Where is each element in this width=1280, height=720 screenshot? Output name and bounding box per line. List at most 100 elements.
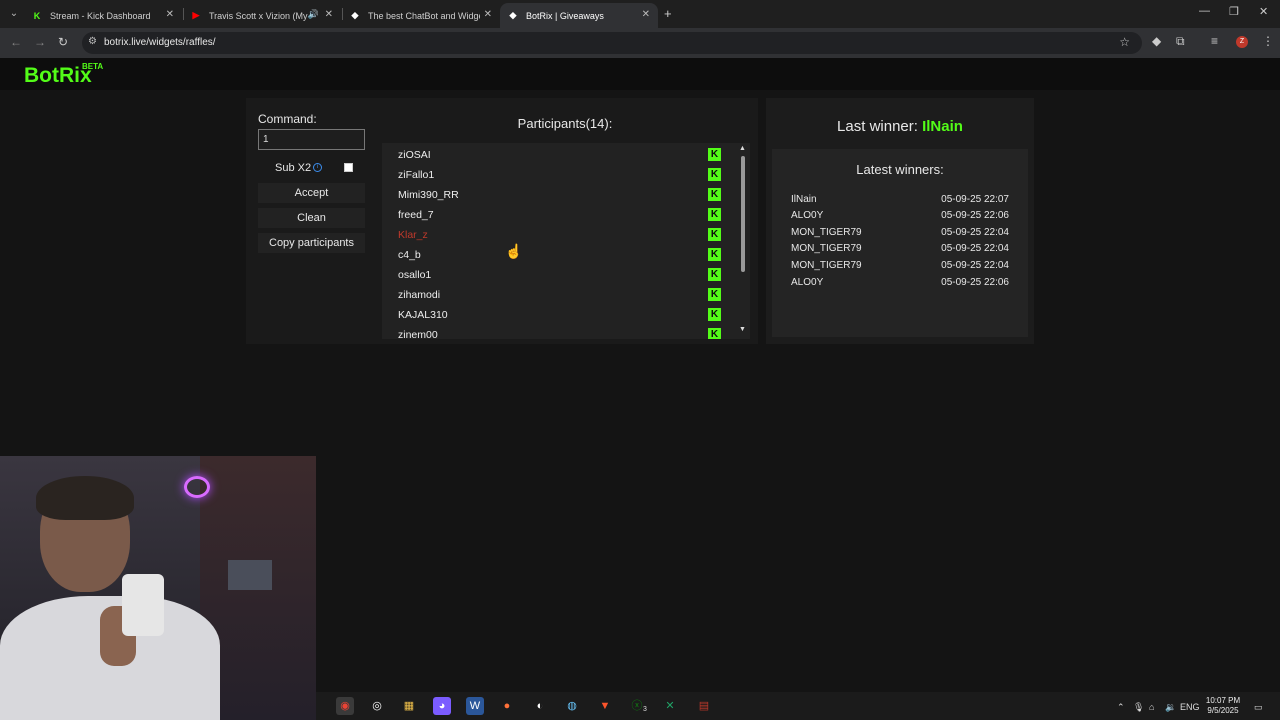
close-icon[interactable]: ✕	[484, 9, 492, 20]
tab-label: Stream - Kick Dashboard	[50, 10, 151, 21]
webcam-cup	[122, 574, 164, 636]
list-item[interactable]: zihamodi K	[382, 284, 727, 304]
tab-youtube[interactable]: ▶ Travis Scott x Vizion (My Eye... 🔊 ✕	[183, 3, 341, 28]
participants-title: Participants(14):	[517, 116, 613, 131]
winner-row: MON_TIGER79 05-09-25 22:04	[791, 227, 1009, 243]
webcam-monitor	[228, 560, 272, 590]
address-toolbar: ← → ↻ ⚙ botrix.live/widgets/raffles/ ☆	[0, 28, 1280, 58]
language-indicator[interactable]: ENG	[1180, 702, 1200, 712]
tray-expand-icon[interactable]: ⌃	[1117, 702, 1125, 713]
window-close-button[interactable]: ✕	[1259, 5, 1268, 18]
copy-participants-button[interactable]: Copy participants	[258, 233, 365, 253]
excel-icon[interactable]: ✕	[661, 697, 679, 715]
winner-name: ALO0Y	[791, 277, 824, 288]
winner-row: MON_TIGER79 05-09-25 22:04	[791, 243, 1009, 259]
clock-date: 9/5/2025	[1207, 706, 1239, 715]
kick-icon: K	[708, 168, 721, 181]
list-item[interactable]: Klar_z K	[382, 224, 727, 244]
url-text: botrix.live/widgets/raffles/	[104, 37, 216, 48]
steam-icon[interactable]: ◍	[563, 697, 581, 715]
accept-button[interactable]: Accept	[258, 183, 365, 203]
new-tab-button[interactable]: +	[664, 6, 672, 21]
last-winner-name: IlNain	[922, 118, 963, 135]
app-icon[interactable]: ◐	[531, 697, 549, 715]
kick-icon: K	[708, 188, 721, 201]
discord-icon[interactable]: ◕	[433, 697, 451, 715]
volume-icon[interactable]: 🔉	[1165, 702, 1176, 713]
list-item[interactable]: zinem00 K	[382, 324, 727, 339]
kick-icon: K	[708, 308, 721, 321]
browser-tab-bar: ⌄ K Stream - Kick Dashboard ✕ ▶ Travis S…	[0, 0, 1280, 28]
command-input[interactable]	[258, 129, 365, 150]
kick-icon: K	[708, 148, 721, 161]
scrollbar-thumb[interactable]	[741, 156, 745, 272]
obs-icon[interactable]: ◎	[368, 697, 386, 715]
tab-chatbot[interactable]: ◆ The best ChatBot and Widgets ✕	[342, 3, 500, 28]
close-icon[interactable]: ✕	[642, 9, 650, 20]
chrome-icon[interactable]: ◉	[336, 697, 354, 715]
sub-x2-label: Sub X2	[275, 162, 312, 174]
winrar-icon[interactable]: ▤	[695, 697, 713, 715]
webcam-person-hair	[36, 476, 134, 520]
url-bar[interactable]: ⚙ botrix.live/widgets/raffles/ ☆	[82, 32, 1142, 54]
list-item[interactable]: Mimi390_RR K	[382, 184, 727, 204]
site-header	[0, 58, 1280, 90]
back-button[interactable]: ←	[10, 35, 22, 49]
tab-label: The best ChatBot and Widgets	[368, 10, 480, 21]
scroll-up-arrow-icon[interactable]: ▲	[739, 145, 746, 152]
info-icon[interactable]: i	[313, 163, 322, 172]
xbox-badge: 3	[643, 706, 647, 713]
menu-kebab-icon[interactable]: ⋮	[1262, 34, 1274, 48]
media-control-icon[interactable]: ≡	[1211, 34, 1218, 48]
list-item[interactable]: KAJAL310 K	[382, 304, 727, 324]
reload-button[interactable]: ↻	[58, 35, 68, 49]
bookmark-star-icon[interactable]: ☆	[1119, 35, 1130, 49]
speaker-icon[interactable]: 🔊	[308, 9, 319, 20]
tab-kick-dashboard[interactable]: K Stream - Kick Dashboard ✕	[24, 3, 182, 28]
botrix-extension-icon[interactable]: ◆	[1152, 34, 1161, 48]
participant-name: osallo1	[398, 269, 432, 281]
restore-button[interactable]: ❐	[1229, 5, 1239, 18]
participant-name-flagged: Klar_z	[398, 229, 428, 241]
profile-avatar[interactable]: Z	[1236, 36, 1248, 48]
kick-icon: K	[708, 288, 721, 301]
forward-button[interactable]: →	[34, 35, 46, 49]
kick-icon: K	[708, 208, 721, 221]
minimize-button[interactable]: —	[1199, 5, 1210, 17]
winner-name: MON_TIGER79	[791, 227, 862, 238]
word-icon[interactable]: W	[466, 697, 484, 715]
store-icon[interactable]: ▦	[400, 697, 418, 715]
winner-date: 05-09-25 22:04	[941, 260, 1009, 271]
participants-list[interactable]: ziOSAI K ziFallo1 K Mimi390_RR K freed_7…	[382, 143, 750, 339]
list-item[interactable]: ziFallo1 K	[382, 164, 727, 184]
botrix-icon: ◆	[509, 10, 517, 20]
list-item[interactable]: freed_7 K	[382, 204, 727, 224]
participant-name: c4_b	[398, 249, 421, 261]
tab-label: BotRix | Giveaways	[526, 10, 604, 21]
botrix-icon: ◆	[351, 10, 359, 20]
winner-name: IlNain	[791, 194, 817, 205]
kick-icon: K	[708, 248, 721, 261]
winner-row: ALO0Y 05-09-25 22:06	[791, 210, 1009, 226]
firefox-icon[interactable]: ●	[498, 697, 516, 715]
extensions-puzzle-icon[interactable]: ⧉	[1176, 34, 1185, 49]
sub-x2-checkbox[interactable]	[344, 163, 353, 172]
list-item[interactable]: osallo1 K	[382, 264, 727, 284]
tab-search-icon[interactable]: ⌄	[6, 6, 22, 22]
close-icon[interactable]: ✕	[325, 9, 333, 20]
microphone-icon[interactable]: 🎙	[1133, 702, 1144, 713]
network-icon[interactable]: ⌂	[1149, 702, 1154, 712]
last-winner-label: Last winner:	[837, 118, 918, 135]
brave-icon[interactable]: ▼	[596, 697, 614, 715]
notification-icon[interactable]: ▭	[1254, 702, 1263, 713]
list-item[interactable]: ziOSAI K	[382, 144, 727, 164]
site-info-icon[interactable]: ⚙	[88, 36, 97, 47]
scroll-down-arrow-icon[interactable]: ▼	[739, 326, 746, 333]
webcam-overlay	[0, 456, 316, 720]
list-item[interactable]: c4_b K	[382, 244, 727, 264]
clean-button[interactable]: Clean	[258, 208, 365, 228]
close-icon[interactable]: ✕	[166, 9, 174, 20]
taskbar-clock[interactable]: 10:07 PM 9/5/2025	[1203, 696, 1243, 716]
tab-giveaways[interactable]: ◆ BotRix | Giveaways ✕	[500, 3, 658, 28]
command-label: Command:	[258, 112, 317, 126]
